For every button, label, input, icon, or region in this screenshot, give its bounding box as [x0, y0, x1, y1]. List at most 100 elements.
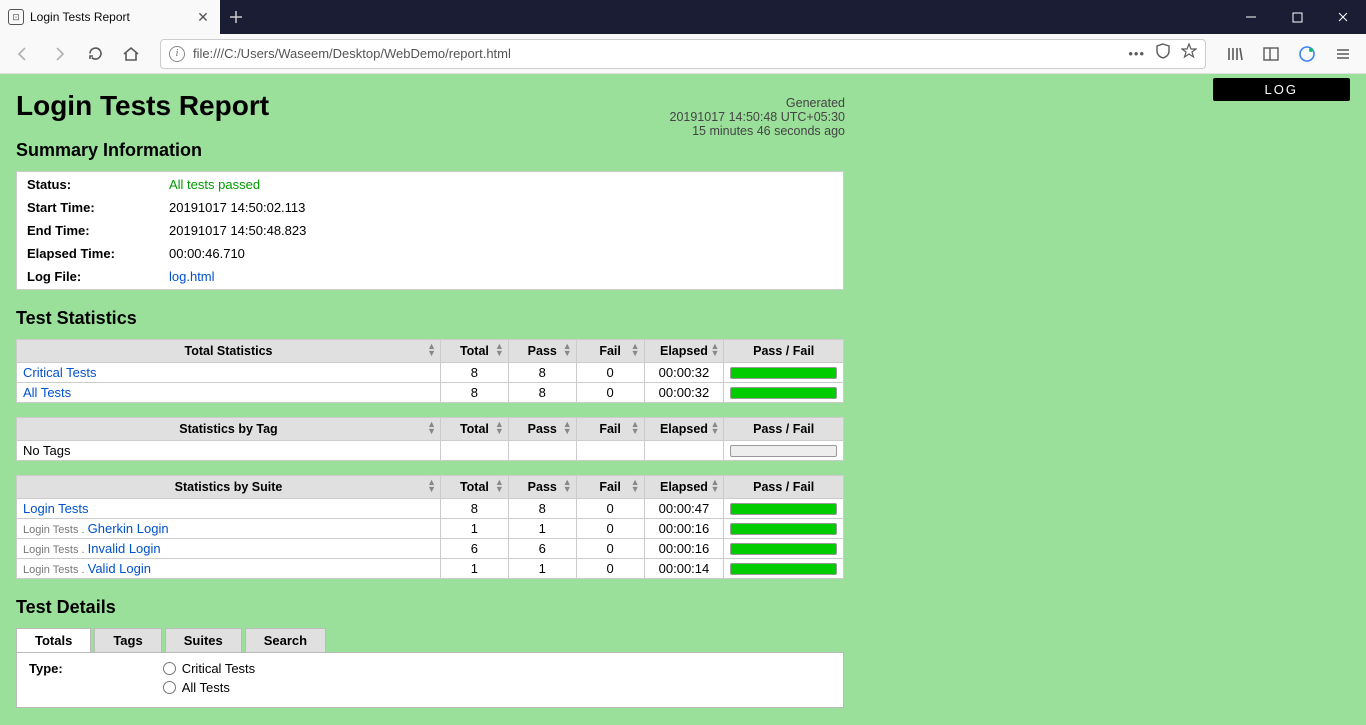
bookmark-star-icon[interactable]	[1181, 43, 1197, 64]
close-tab-icon[interactable]: ✕	[194, 8, 212, 26]
table-row: End Time:20191017 14:50:48.823	[19, 220, 841, 241]
sort-icon: ▲▼	[710, 421, 719, 435]
suite-link[interactable]: Gherkin Login	[88, 521, 169, 536]
table-row: Elapsed Time:00:00:46.710	[19, 243, 841, 264]
stat-link[interactable]: All Tests	[23, 385, 71, 400]
table-row: Status:All tests passed	[19, 174, 841, 195]
tab-search[interactable]: Search	[245, 628, 326, 652]
sort-icon: ▲▼	[710, 479, 719, 493]
reload-button[interactable]	[80, 39, 110, 69]
type-label: Type:	[29, 661, 63, 676]
passfail-bar	[730, 563, 837, 575]
stats-heading: Test Statistics	[16, 308, 844, 329]
table-row: Login Tests . Invalid Login66000:00:16	[17, 539, 844, 559]
sort-icon: ▲▼	[563, 479, 572, 493]
passfail-bar	[730, 543, 837, 555]
details-heading: Test Details	[16, 597, 844, 618]
col-header[interactable]: Fail▲▼	[576, 418, 644, 441]
suite-link[interactable]: Login Tests	[23, 501, 89, 516]
reader-shield-icon[interactable]	[1155, 43, 1171, 64]
col-header[interactable]: Total▲▼	[441, 476, 509, 499]
col-header[interactable]: Total▲▼	[441, 418, 509, 441]
radio-critical[interactable]: Critical Tests	[163, 661, 255, 676]
radio-input[interactable]	[163, 662, 176, 675]
sort-icon: ▲▼	[631, 343, 640, 357]
tab-favicon: ⊡	[8, 9, 24, 25]
stat-link[interactable]: Critical Tests	[23, 365, 96, 380]
sort-icon: ▲▼	[427, 421, 436, 435]
col-header: Pass / Fail	[724, 476, 844, 499]
sort-icon: ▲▼	[563, 421, 572, 435]
sort-icon: ▲▼	[563, 343, 572, 357]
details-body: Type: Critical Tests All Tests	[16, 652, 844, 708]
tab-tags[interactable]: Tags	[94, 628, 161, 652]
close-window-button[interactable]	[1320, 0, 1366, 34]
log-file-link[interactable]: log.html	[169, 269, 215, 284]
col-header[interactable]: Elapsed▲▼	[644, 476, 724, 499]
url-bar[interactable]: i file:///C:/Users/Waseem/Desktop/WebDem…	[160, 39, 1206, 69]
page-info-icon[interactable]: i	[169, 46, 185, 62]
sort-icon: ▲▼	[710, 343, 719, 357]
suite-stats-table: Statistics by Suite▲▼ Total▲▼ Pass▲▼ Fai…	[16, 475, 844, 579]
sidebar-icon[interactable]	[1256, 39, 1286, 69]
passfail-bar	[730, 367, 837, 379]
log-button[interactable]: LOG	[1213, 78, 1350, 101]
library-icon[interactable]	[1220, 39, 1250, 69]
sort-icon: ▲▼	[427, 343, 436, 357]
home-button[interactable]	[116, 39, 146, 69]
passfail-bar	[730, 445, 837, 457]
sort-icon: ▲▼	[427, 479, 436, 493]
tab-suites[interactable]: Suites	[165, 628, 242, 652]
page-actions-icon[interactable]: •••	[1128, 46, 1145, 61]
table-row: No Tags	[17, 441, 844, 461]
url-text: file:///C:/Users/Waseem/Desktop/WebDemo/…	[193, 46, 511, 61]
table-row: Login Tests . Valid Login11000:00:14	[17, 559, 844, 579]
table-row: Log File:log.html	[19, 266, 841, 287]
sort-icon: ▲▼	[495, 479, 504, 493]
browser-tab[interactable]: ⊡ Login Tests Report ✕	[0, 0, 220, 34]
profile-icon[interactable]	[1292, 39, 1322, 69]
new-tab-button[interactable]	[220, 0, 252, 34]
col-header[interactable]: Total Statistics▲▼	[17, 340, 441, 363]
tab-title: Login Tests Report	[30, 10, 130, 24]
col-header[interactable]: Elapsed▲▼	[644, 418, 724, 441]
col-header[interactable]: Statistics by Tag▲▼	[17, 418, 441, 441]
sort-icon: ▲▼	[631, 421, 640, 435]
maximize-button[interactable]	[1274, 0, 1320, 34]
table-row: Login Tests88000:00:47	[17, 499, 844, 519]
col-header[interactable]: Pass▲▼	[508, 418, 576, 441]
suite-link[interactable]: Invalid Login	[88, 541, 161, 556]
menu-icon[interactable]	[1328, 39, 1358, 69]
window-controls	[1228, 0, 1366, 34]
tab-totals[interactable]: Totals	[16, 628, 91, 652]
col-header[interactable]: Fail▲▼	[576, 476, 644, 499]
table-row: Critical Tests88000:00:32	[17, 363, 844, 383]
window-titlebar: ⊡ Login Tests Report ✕	[0, 0, 1366, 34]
radio-all[interactable]: All Tests	[163, 680, 255, 695]
status-value: All tests passed	[161, 174, 841, 195]
suite-link[interactable]: Valid Login	[88, 561, 151, 576]
minimize-button[interactable]	[1228, 0, 1274, 34]
col-header: Pass / Fail	[724, 418, 844, 441]
passfail-bar	[730, 387, 837, 399]
col-header[interactable]: Statistics by Suite▲▼	[17, 476, 441, 499]
table-row: Login Tests . Gherkin Login11000:00:16	[17, 519, 844, 539]
col-header[interactable]: Pass▲▼	[508, 476, 576, 499]
forward-button[interactable]	[44, 39, 74, 69]
passfail-bar	[730, 503, 837, 515]
table-row: Start Time:20191017 14:50:02.113	[19, 197, 841, 218]
col-header: Pass / Fail	[724, 340, 844, 363]
col-header[interactable]: Pass▲▼	[508, 340, 576, 363]
sort-icon: ▲▼	[631, 479, 640, 493]
col-header[interactable]: Elapsed▲▼	[644, 340, 724, 363]
browser-toolbar: i file:///C:/Users/Waseem/Desktop/WebDem…	[0, 34, 1366, 74]
back-button[interactable]	[8, 39, 38, 69]
table-row: All Tests88000:00:32	[17, 383, 844, 403]
total-stats-table: Total Statistics▲▼ Total▲▼ Pass▲▼ Fail▲▼…	[16, 339, 844, 403]
radio-input[interactable]	[163, 681, 176, 694]
col-header[interactable]: Fail▲▼	[576, 340, 644, 363]
col-header[interactable]: Total▲▼	[441, 340, 509, 363]
details-tabs: Totals Tags Suites Search	[16, 628, 844, 652]
tag-stats-table: Statistics by Tag▲▼ Total▲▼ Pass▲▼ Fail▲…	[16, 417, 844, 461]
sort-icon: ▲▼	[495, 421, 504, 435]
